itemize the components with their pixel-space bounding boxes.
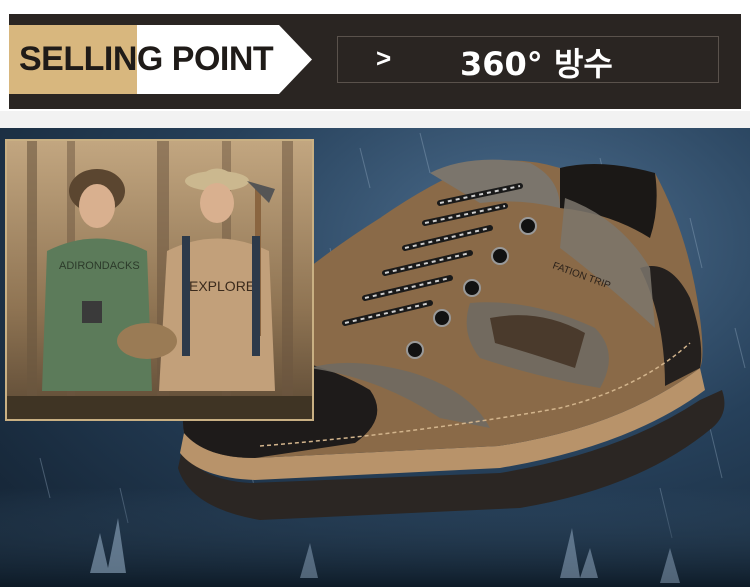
lifestyle-photo: ADIRONDACKS EXPLORE xyxy=(5,139,314,421)
feature-box: > 360° 방수 xyxy=(337,36,719,83)
selling-point-tag: SELLING POINT xyxy=(9,25,312,94)
selling-point-banner: SELLING POINT > 360° 방수 xyxy=(9,14,741,109)
divider xyxy=(0,111,750,128)
shirt-print-left: ADIRONDACKS xyxy=(59,260,140,272)
product-scene: FATION TRIP ADIRONDACKS EXPLORE xyxy=(0,128,750,587)
chevron-right-icon: > xyxy=(376,43,392,73)
feature-text: 360° 방수 xyxy=(460,45,613,83)
selling-point-title: SELLING POINT xyxy=(19,40,274,78)
shirt-print-right: EXPLORE xyxy=(189,278,255,294)
